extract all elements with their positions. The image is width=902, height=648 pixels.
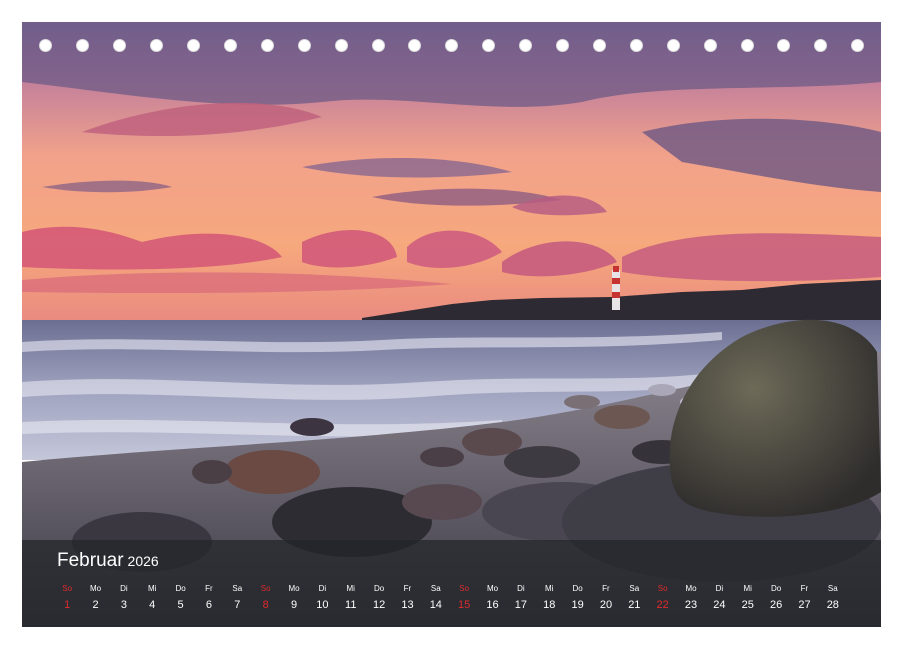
day-number: 13 [401, 599, 414, 611]
calendar-day: Di 17 [507, 583, 535, 621]
weekday-label: Mo [685, 584, 697, 593]
calendar-day: Mi 4 [138, 583, 166, 621]
weekday-label: Di [120, 584, 128, 593]
calendar-day: So 1 [53, 583, 81, 621]
calendar-day: Sa 14 [422, 583, 450, 621]
calendar-day: Fr 13 [393, 583, 421, 621]
weekday-label: Do [175, 584, 186, 593]
month-name: Februar [57, 550, 124, 571]
day-number: 10 [316, 599, 329, 611]
weekday-label: So [62, 584, 73, 593]
year-label: 2026 [127, 553, 159, 569]
day-number: 19 [571, 599, 584, 611]
weekday-label: Fr [205, 584, 213, 593]
weekday-label: Di [715, 584, 724, 593]
calendar-day: Fr 27 [790, 583, 818, 621]
calendar-page: Februar 2026 So 1 Mo 2 Di 3 Mi 4 Do 5 Fr 6 Sa 7 So 8 Mo 9 D… [0, 0, 902, 648]
calendar-day: Mo 9 [280, 583, 308, 621]
calendar-day: Sa 21 [620, 583, 648, 621]
weekday-label: So [260, 584, 271, 593]
day-number: 23 [684, 599, 698, 611]
weekday-label: Mi [148, 584, 157, 593]
weekday-label: So [657, 584, 668, 593]
calendar-day: Mi 11 [337, 583, 365, 621]
day-number: 11 [345, 599, 357, 611]
day-number: 24 [713, 599, 726, 611]
weekday-label: Mo [89, 584, 102, 593]
weekday-label: Fr [800, 584, 809, 593]
day-number: 1 [64, 599, 71, 611]
calendar-day: Sa 28 [819, 583, 847, 621]
weekday-label: Do [373, 584, 385, 593]
calendar-day: Fr 6 [195, 583, 223, 621]
day-number: 14 [429, 599, 442, 611]
calendar-day: Mi 18 [535, 583, 563, 621]
day-number: 9 [290, 599, 298, 611]
calendar-day: So 15 [450, 583, 478, 621]
day-number: 27 [798, 599, 811, 611]
calendar-day: So 22 [649, 583, 677, 621]
calendar-day: Mi 25 [734, 583, 762, 621]
day-number: 16 [486, 599, 499, 611]
weekday-label: Mi [545, 584, 554, 593]
calendar-day: Di 10 [308, 583, 336, 621]
weekday-label: Fr [602, 584, 610, 593]
weekday-label: Sa [430, 584, 441, 593]
weekday-label: Do [572, 584, 583, 593]
calendar-day: Do 5 [166, 583, 194, 621]
calendar-day: Do 19 [563, 583, 591, 621]
calendar-day: Di 3 [110, 583, 138, 621]
month-title: Februar 2026 [57, 550, 159, 572]
day-number: 18 [543, 599, 556, 611]
weekday-label: Di [318, 584, 327, 593]
weekday-label: Mo [288, 584, 300, 593]
day-number: 6 [205, 599, 213, 611]
calendar-day: Do 12 [365, 583, 393, 621]
calendar-day: Mo 16 [478, 583, 506, 621]
weekday-label: So [459, 584, 470, 593]
day-number: 26 [769, 599, 783, 611]
day-number: 28 [826, 599, 839, 611]
day-number: 8 [262, 599, 269, 611]
day-number: 3 [120, 599, 127, 611]
lighthouse-beach-photo [22, 22, 881, 627]
day-number: 12 [372, 599, 386, 611]
weekday-label: Do [770, 584, 782, 593]
day-number: 25 [741, 599, 754, 611]
calendar-day: Fr 20 [592, 583, 620, 621]
day-number: 2 [92, 599, 99, 611]
calendar-day: Mo 23 [677, 583, 705, 621]
photo-illustration [22, 22, 881, 627]
day-number: 21 [628, 599, 641, 611]
weekday-label: Mi [743, 584, 752, 593]
day-number: 4 [149, 599, 156, 611]
weekday-label: Mi [346, 584, 355, 593]
day-number: 5 [177, 599, 184, 611]
calendar-day: Sa 7 [223, 583, 251, 621]
day-number: 17 [514, 599, 527, 611]
day-number: 15 [458, 599, 471, 611]
day-grid: So 1 Mo 2 Di 3 Mi 4 Do 5 Fr 6 Sa 7 So 8 Mo 9 Di 10 Mi 11 Do 12 F… [53, 583, 847, 621]
calendar-day: Di 24 [705, 583, 733, 621]
calendar-day: So 8 [252, 583, 280, 621]
weekday-label: Fr [403, 584, 412, 593]
weekday-label: Sa [827, 584, 838, 593]
calendar-day: Mo 2 [81, 583, 109, 621]
day-number: 22 [656, 599, 669, 611]
calendar-bar: Februar 2026 So 1 Mo 2 Di 3 Mi 4 Do 5 Fr 6 Sa 7 So 8 Mo 9 D… [22, 540, 881, 627]
weekday-label: Sa [232, 584, 243, 593]
day-number: 7 [234, 599, 241, 611]
weekday-label: Mo [486, 584, 499, 593]
weekday-label: Sa [629, 584, 640, 593]
weekday-label: Di [517, 584, 525, 593]
day-number: 20 [599, 599, 613, 611]
calendar-day: Do 26 [762, 583, 790, 621]
